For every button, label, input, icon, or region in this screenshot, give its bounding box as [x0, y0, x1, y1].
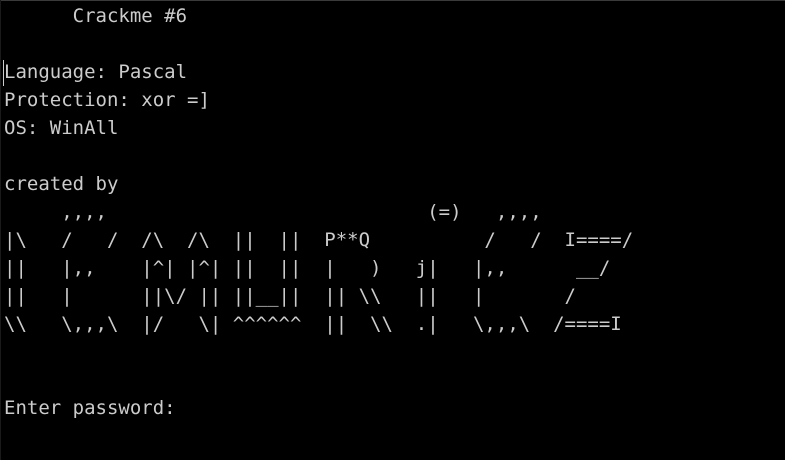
window-left-border — [0, 0, 1, 460]
ascii-art-line: || |,, |^| |^| || || | ) j| |,, __/ — [4, 257, 611, 279]
ascii-art-line: |\ / / /\ /\ || || P**Q / / I====/ — [4, 229, 634, 251]
console-window[interactable]: Crackme #6 Language: Pascal Protection: … — [0, 0, 785, 460]
console-output: Crackme #6 Language: Pascal Protection: … — [4, 2, 633, 422]
protection-line: Protection: xor =] — [4, 89, 210, 111]
crackme-title-line: Crackme #6 — [4, 5, 188, 27]
ascii-art-line: \\ \,,,\ |/ \| ^^^^^^ || \\ .| \,,,\ /==… — [4, 313, 622, 335]
ascii-art-line: ,,,, (=) ,,,, — [4, 201, 542, 223]
window-top-border — [0, 0, 785, 1]
password-prompt[interactable]: Enter password: — [4, 394, 633, 422]
language-line: Language: Pascal — [4, 61, 188, 83]
ascii-art-line: || | ||\/ || ||__|| || \\ || | / — [4, 285, 576, 307]
created-by-line: created by — [4, 173, 119, 195]
os-line: OS: WinAll — [4, 117, 119, 139]
